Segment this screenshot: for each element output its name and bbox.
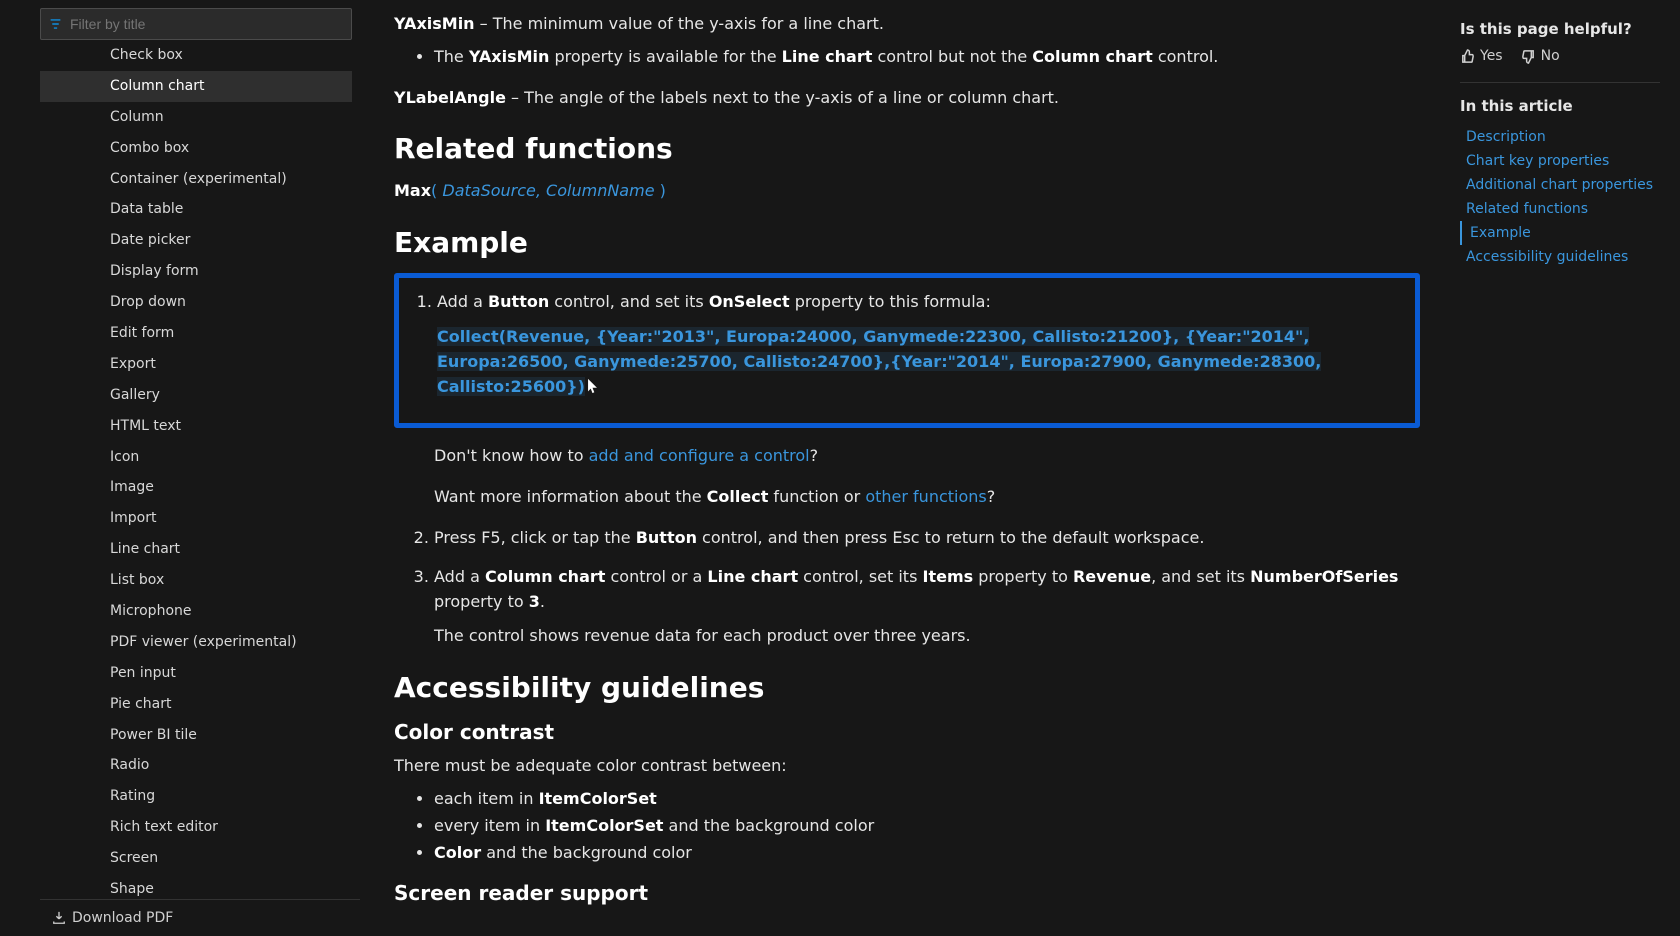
toc-link[interactable]: Example (1460, 221, 1660, 245)
nav-item[interactable]: Container (experimental) (40, 164, 352, 195)
helpful-no[interactable]: No (1521, 48, 1560, 64)
nav-item[interactable]: List box (40, 565, 352, 596)
yaxismin-note: The YAxisMin property is available for t… (434, 45, 1420, 70)
nav-item[interactable]: Radio (40, 750, 352, 781)
example-step-1: Add a Button control, and set its OnSele… (437, 290, 1401, 399)
max-func[interactable]: Max( DataSource, ColumnName ) (394, 179, 1420, 204)
nav-item[interactable]: Column (40, 102, 352, 133)
left-sidebar: Check boxColumn chartColumnCombo boxCont… (0, 0, 360, 936)
nav-item[interactable]: Shape (40, 874, 352, 899)
heading-example: Example (394, 226, 1420, 259)
thumbs-up-icon (1460, 49, 1475, 64)
formula-selected[interactable]: Collect(Revenue, {Year:"2013", Europa:24… (437, 327, 1321, 396)
thumbs-down-icon (1521, 49, 1536, 64)
download-label: Download PDF (72, 910, 173, 926)
heading-accessibility: Accessibility guidelines (394, 671, 1420, 704)
nav-list[interactable]: Check boxColumn chartColumnCombo boxCont… (40, 48, 360, 899)
right-rail: Is this page helpful? Yes No In this art… (1460, 0, 1680, 936)
nav-item[interactable]: Pen input (40, 658, 352, 689)
nav-item[interactable]: Data table (40, 194, 352, 225)
example-step-2: Press F5, click or tap the Button contro… (434, 526, 1420, 551)
in-this-article-heading: In this article (1460, 97, 1660, 115)
cursor-icon (585, 376, 597, 392)
nav-item[interactable]: Line chart (40, 534, 352, 565)
cc-item-2: every item in ItemColorSet and the backg… (434, 814, 1420, 839)
nav-item[interactable]: Drop down (40, 287, 352, 318)
cc-item-3: Color and the background color (434, 841, 1420, 866)
button-link[interactable]: Button (488, 292, 549, 311)
download-pdf[interactable]: Download PDF (40, 899, 360, 936)
article-body: YAxisMin – The minimum value of the y-ax… (360, 0, 1460, 936)
nav-item[interactable]: Pie chart (40, 689, 352, 720)
toc-link[interactable]: Related functions (1460, 197, 1660, 221)
nav-item[interactable]: Check box (40, 48, 352, 71)
nav-item[interactable]: Rich text editor (40, 812, 352, 843)
example-step-3: Add a Column chart control or a Line cha… (434, 565, 1420, 649)
heading-color-contrast: Color contrast (394, 720, 1420, 744)
nav-item[interactable]: HTML text (40, 411, 352, 442)
toc-link[interactable]: Additional chart properties (1460, 173, 1660, 197)
nav-item[interactable]: Column chart (40, 71, 352, 102)
nav-item[interactable]: Power BI tile (40, 720, 352, 751)
nav-item[interactable]: Export (40, 349, 352, 380)
cc-item-1: each item in ItemColorSet (434, 787, 1420, 812)
filter-box[interactable] (40, 8, 352, 40)
add-configure-link[interactable]: add and configure a control (589, 446, 810, 465)
yaxismin-para: YAxisMin – The minimum value of the y-ax… (394, 12, 1420, 37)
toc-link[interactable]: Chart key properties (1460, 149, 1660, 173)
toc-link[interactable]: Accessibility guidelines (1460, 245, 1660, 269)
helpful-question: Is this page helpful? (1460, 20, 1660, 38)
nav-item[interactable]: Gallery (40, 380, 352, 411)
max-link[interactable]: Max (394, 181, 431, 200)
filter-icon (49, 17, 62, 31)
nav-item[interactable]: Combo box (40, 133, 352, 164)
onselect-link[interactable]: OnSelect (709, 292, 790, 311)
dont-know-line: Don't know how to add and configure a co… (434, 444, 1420, 469)
helpful-yes[interactable]: Yes (1460, 48, 1503, 64)
other-functions-link[interactable]: other functions (865, 487, 986, 506)
nav-item[interactable]: Import (40, 503, 352, 534)
nav-item[interactable]: Screen (40, 843, 352, 874)
button-link-2[interactable]: Button (636, 528, 697, 547)
nav-item[interactable]: Rating (40, 781, 352, 812)
toc-list: DescriptionChart key propertiesAdditiona… (1460, 125, 1660, 269)
nav-item[interactable]: Image (40, 472, 352, 503)
heading-screen-reader: Screen reader support (394, 881, 1420, 905)
items-link[interactable]: Items (923, 567, 974, 586)
nav-item[interactable]: Date picker (40, 225, 352, 256)
heading-related-functions: Related functions (394, 132, 1420, 165)
color-link[interactable]: Color (434, 843, 481, 862)
nav-item[interactable]: Display form (40, 256, 352, 287)
toc-link[interactable]: Description (1460, 125, 1660, 149)
filter-input[interactable] (70, 16, 343, 32)
step3-note: The control shows revenue data for each … (434, 624, 1420, 649)
color-contrast-intro: There must be adequate color contrast be… (394, 754, 1420, 779)
ylabelangle-para: YLabelAngle – The angle of the labels ne… (394, 86, 1420, 111)
nav-item[interactable]: Icon (40, 442, 352, 473)
yaxismin-prop: YAxisMin (394, 14, 475, 33)
example-highlight: Add a Button control, and set its OnSele… (394, 273, 1420, 428)
collect-link[interactable]: Collect (707, 487, 769, 506)
nav-item[interactable]: Edit form (40, 318, 352, 349)
want-more-line: Want more information about the Collect … (434, 485, 1420, 510)
nav-item[interactable]: Microphone (40, 596, 352, 627)
download-icon (52, 911, 66, 925)
nav-item[interactable]: PDF viewer (experimental) (40, 627, 352, 658)
